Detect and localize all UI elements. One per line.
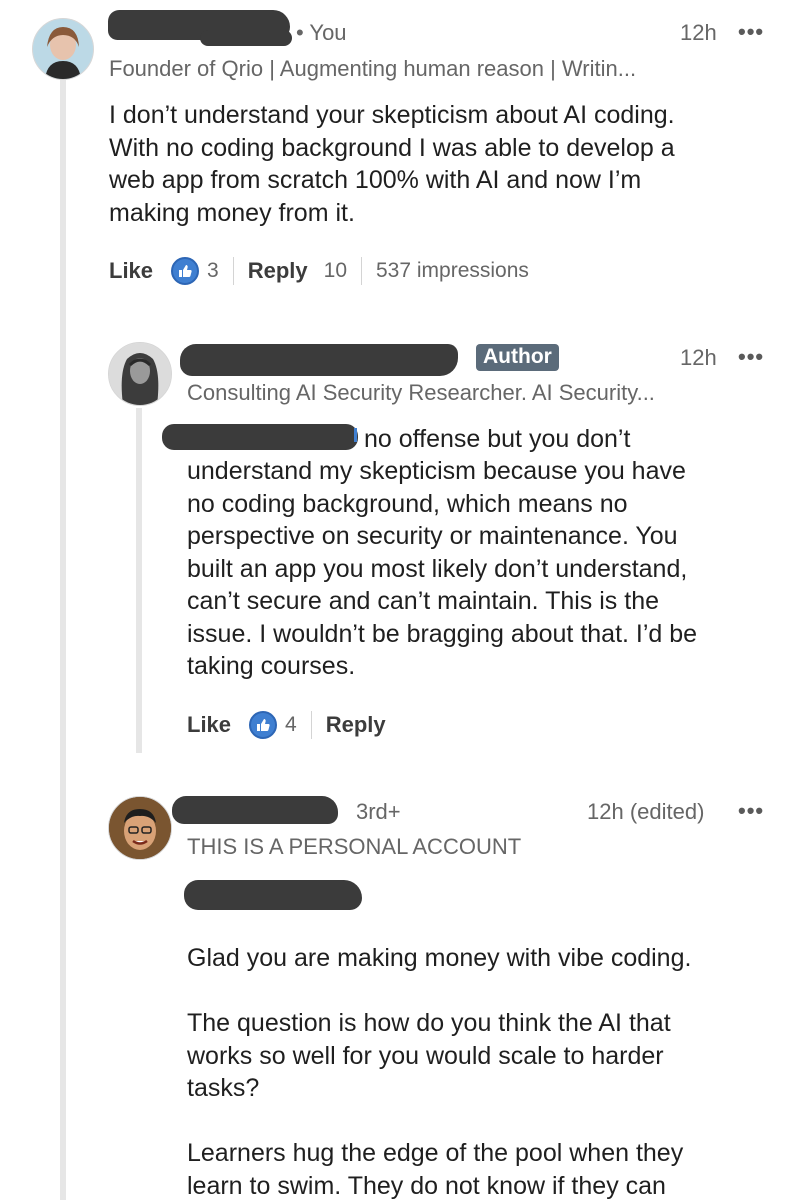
reply-button[interactable]: Reply: [326, 712, 386, 738]
like-count: 4: [285, 713, 297, 736]
reply-button[interactable]: Reply: [248, 258, 308, 284]
comment-paragraph-3: Learners hug the edge of the pool when t…: [187, 1139, 684, 1200]
avatar[interactable]: [32, 18, 94, 80]
like-reaction-icon[interactable]: [171, 257, 200, 285]
more-options-icon[interactable]: •••: [738, 19, 764, 45]
avatar[interactable]: [108, 342, 172, 406]
mention-cursor: [354, 428, 357, 442]
comment-time: 12h: [680, 20, 717, 45]
you-tag: • You: [296, 20, 347, 45]
comment-paragraph-1: Glad you are making money with vibe codi…: [187, 944, 692, 972]
redacted-name: [180, 344, 458, 376]
comment-time: 12h: [680, 345, 717, 370]
like-reaction-icon[interactable]: [249, 711, 278, 739]
comment-actions: Like 4 Reply: [187, 710, 386, 740]
redacted-mention: [184, 880, 362, 910]
divider: [310, 711, 312, 739]
reply-count: 10: [323, 259, 347, 282]
redacted-name: [172, 796, 338, 824]
redacted-mention: [162, 424, 358, 450]
comment-actions: Like 3 Reply 10 537 impressions: [109, 256, 529, 286]
impressions-count[interactable]: 537 impressions: [376, 259, 529, 283]
thread-line-main: [60, 80, 66, 1200]
comment-paragraph-2: The question is how do you think the AI …: [187, 1009, 671, 1102]
divider: [361, 257, 362, 285]
more-options-icon[interactable]: •••: [738, 798, 764, 824]
like-button[interactable]: Like: [109, 258, 153, 284]
connection-degree: 3rd+: [356, 799, 401, 824]
comment-body-first-line: no offense but you don’t: [364, 425, 631, 453]
like-button[interactable]: Like: [187, 712, 231, 738]
divider: [232, 257, 234, 285]
thread-line-nested: [136, 408, 142, 753]
author-headline: Founder of Qrio | Augmenting human reaso…: [109, 56, 637, 81]
avatar[interactable]: [108, 796, 172, 860]
author-headline: THIS IS A PERSONAL ACCOUNT: [187, 834, 522, 859]
author-badge: Author: [476, 344, 559, 371]
comment-body: I don’t understand your skepticism about…: [109, 101, 675, 227]
comment-time: 12h (edited): [587, 799, 705, 824]
comment-body: understand my skepticism because you hav…: [187, 457, 698, 680]
redacted-name-tail: [200, 30, 292, 46]
like-count: 3: [207, 259, 219, 282]
more-options-icon[interactable]: •••: [738, 344, 764, 370]
author-headline: Consulting AI Security Researcher. AI Se…: [187, 380, 655, 405]
